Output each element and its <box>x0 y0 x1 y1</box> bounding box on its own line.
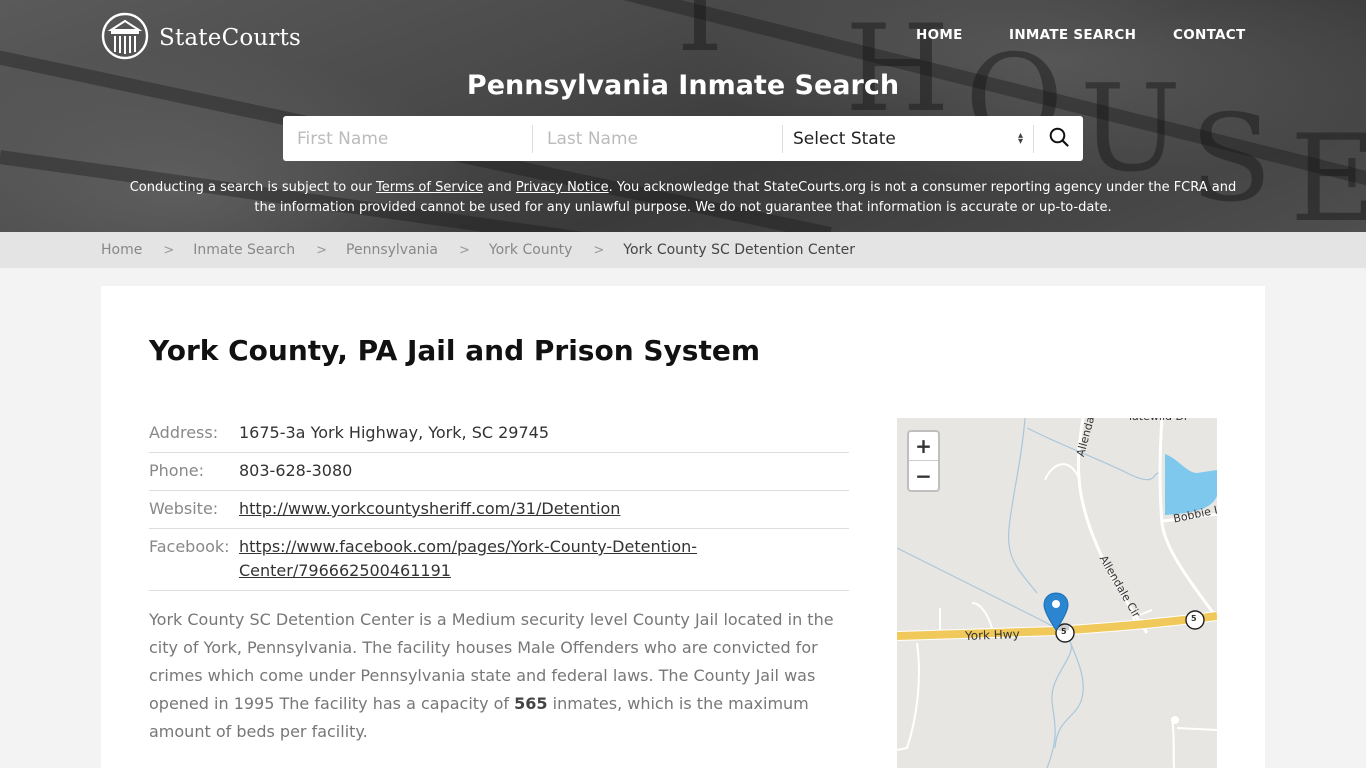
brand-name: StateCourts <box>159 25 302 51</box>
nav-contact[interactable]: CONTACT <box>1173 27 1246 43</box>
facility-info-table: Address: 1675-3a York Highway, York, SC … <box>149 417 849 591</box>
chevron-right-icon: > <box>316 242 328 258</box>
facility-description: York County SC Detention Center is a Med… <box>149 606 839 746</box>
chevron-right-icon: > <box>593 242 605 258</box>
content-card: York County, PA Jail and Prison System A… <box>101 286 1265 768</box>
first-name-input[interactable] <box>283 116 532 161</box>
breadcrumb-york-county[interactable]: York County <box>489 242 572 258</box>
search-disclaimer: Conducting a search is subject to our Te… <box>120 178 1246 218</box>
phone-label: Phone: <box>149 461 204 480</box>
chevron-right-icon: > <box>459 242 470 258</box>
hero-title: Pennsylvania Inmate Search <box>466 70 900 101</box>
phone-value: 803-628-3080 <box>239 461 353 480</box>
disclaimer-text: and <box>483 180 516 195</box>
select-arrows-icon: ▴ ▾ <box>1017 129 1023 147</box>
capacity-value: 565 <box>514 694 548 713</box>
terms-of-service-link[interactable]: Terms of Service <box>376 180 483 195</box>
breadcrumb-home[interactable]: Home <box>101 242 142 258</box>
last-name-input[interactable] <box>533 116 782 161</box>
info-row-phone: Phone: 803-628-3080 <box>149 453 849 491</box>
breadcrumb-current: York County SC Detention Center <box>623 242 856 258</box>
location-map[interactable]: 5 5 York Hwy Allenda Allendale Cir Bobbi… <box>897 418 1217 768</box>
background-carving: E <box>1290 110 1366 232</box>
privacy-notice-link[interactable]: Privacy Notice <box>516 180 609 195</box>
breadcrumb-inmate-search[interactable]: Inmate Search <box>193 242 295 258</box>
breadcrumb: Home > Inmate Search > Pennsylvania > Yo… <box>0 232 1366 268</box>
website-link[interactable]: http://www.yorkcountysheriff.com/31/Dete… <box>239 499 620 518</box>
zoom-out-button[interactable]: − <box>909 461 938 490</box>
map-zoom-control: + − <box>907 430 940 492</box>
breadcrumb-pennsylvania[interactable]: Pennsylvania <box>346 242 438 258</box>
info-row-facebook: Facebook: https://www.facebook.com/pages… <box>149 529 849 591</box>
road-label-york-hwy: York Hwy <box>964 627 1020 643</box>
address-label: Address: <box>149 423 219 442</box>
nav-home[interactable]: HOME <box>916 27 963 43</box>
courthouse-icon <box>101 12 149 64</box>
facebook-link-line1: https://www.facebook.com/pages/York-Coun… <box>239 537 698 556</box>
hero-banner: T H O U S E StateCourts HOME INMATE SEAR… <box>0 0 1366 232</box>
zoom-in-button[interactable]: + <box>909 432 938 461</box>
facebook-link-line2: Center/796662500461191 <box>239 561 451 580</box>
info-row-address: Address: 1675-3a York Highway, York, SC … <box>149 417 849 453</box>
website-label: Website: <box>149 499 219 518</box>
search-button[interactable] <box>1034 116 1083 161</box>
map-marker-icon[interactable] <box>1043 592 1071 636</box>
route-shield-label: 5 <box>1191 614 1197 623</box>
nav-inmate-search[interactable]: INMATE SEARCH <box>1009 27 1136 43</box>
disclaimer-text: Conducting a search is subject to our <box>129 180 377 195</box>
logo-link[interactable]: StateCourts <box>101 12 301 64</box>
background-carving: T <box>660 0 741 79</box>
facebook-label: Facebook: <box>149 537 230 556</box>
state-select[interactable]: Select State ▴ ▾ <box>783 116 1033 161</box>
search-form: Select State ▴▾ <box>283 116 1083 161</box>
facebook-link[interactable]: https://www.facebook.com/pages/York-Coun… <box>239 537 697 580</box>
state-select-value: Select State <box>793 128 896 149</box>
road-label-top: latewild Dr <box>1129 418 1188 423</box>
page-title: York County, PA Jail and Prison System <box>149 334 761 367</box>
search-icon <box>1049 127 1069 151</box>
info-row-website: Website: http://www.yorkcountysheriff.co… <box>149 491 849 529</box>
address-value: 1675-3a York Highway, York, SC 29745 <box>239 423 549 442</box>
chevron-right-icon: > <box>163 242 175 258</box>
